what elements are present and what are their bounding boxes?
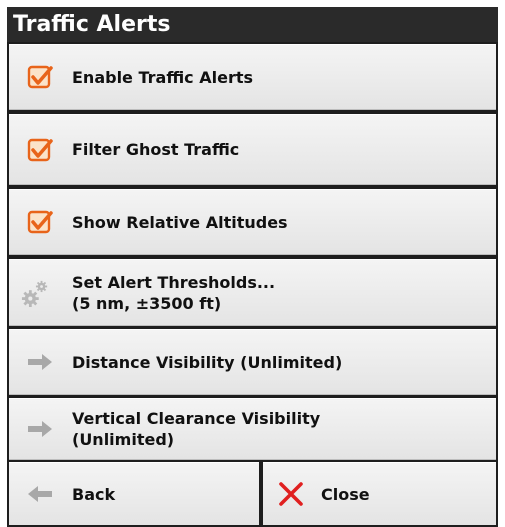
vertical-clearance-visibility-button[interactable]: Vertical Clearance Visibility (Unlimited… xyxy=(9,398,496,460)
close-button[interactable]: Close xyxy=(263,462,496,525)
back-button[interactable]: Back xyxy=(9,462,259,525)
item-label-group: Set Alert Thresholds... (5 nm, ±3500 ft) xyxy=(72,272,275,314)
arrow-right-icon xyxy=(26,348,54,376)
checkbox-checked-icon xyxy=(26,63,54,91)
traffic-alerts-panel: Traffic Alerts Enable Traffic Alerts Fil… xyxy=(7,7,498,527)
checkbox-checked-icon xyxy=(26,208,54,236)
set-alert-thresholds-button[interactable]: Set Alert Thresholds... (5 nm, ±3500 ft) xyxy=(9,259,496,326)
checkbox-checked-icon xyxy=(26,136,54,164)
item-label-line1: Set Alert Thresholds... xyxy=(72,272,276,292)
close-icon xyxy=(277,480,305,508)
item-label-line2: (5 nm, ±3500 ft) xyxy=(72,293,222,313)
close-label: Close xyxy=(321,484,370,504)
back-label: Back xyxy=(72,484,116,504)
arrow-left-icon xyxy=(26,480,54,508)
item-label: Enable Traffic Alerts xyxy=(72,67,253,87)
arrow-right-icon xyxy=(26,415,54,443)
item-label: Filter Ghost Traffic xyxy=(72,140,240,159)
distance-visibility-button[interactable]: Distance Visibility (Unlimited) xyxy=(9,329,496,395)
panel-title: Traffic Alerts xyxy=(7,7,498,42)
gears-icon xyxy=(21,279,49,307)
enable-traffic-alerts-toggle[interactable]: Enable Traffic Alerts xyxy=(9,44,496,110)
item-label-group: Vertical Clearance Visibility (Unlimited… xyxy=(72,408,320,450)
item-label-line1: Vertical Clearance Visibility xyxy=(72,409,321,428)
item-label: Show Relative Altitudes xyxy=(72,212,288,232)
show-relative-altitudes-toggle[interactable]: Show Relative Altitudes xyxy=(9,189,496,255)
item-label: Distance Visibility (Unlimited) xyxy=(72,352,343,372)
item-label-line2: (Unlimited) xyxy=(72,430,175,449)
filter-ghost-traffic-toggle[interactable]: Filter Ghost Traffic xyxy=(9,114,496,185)
